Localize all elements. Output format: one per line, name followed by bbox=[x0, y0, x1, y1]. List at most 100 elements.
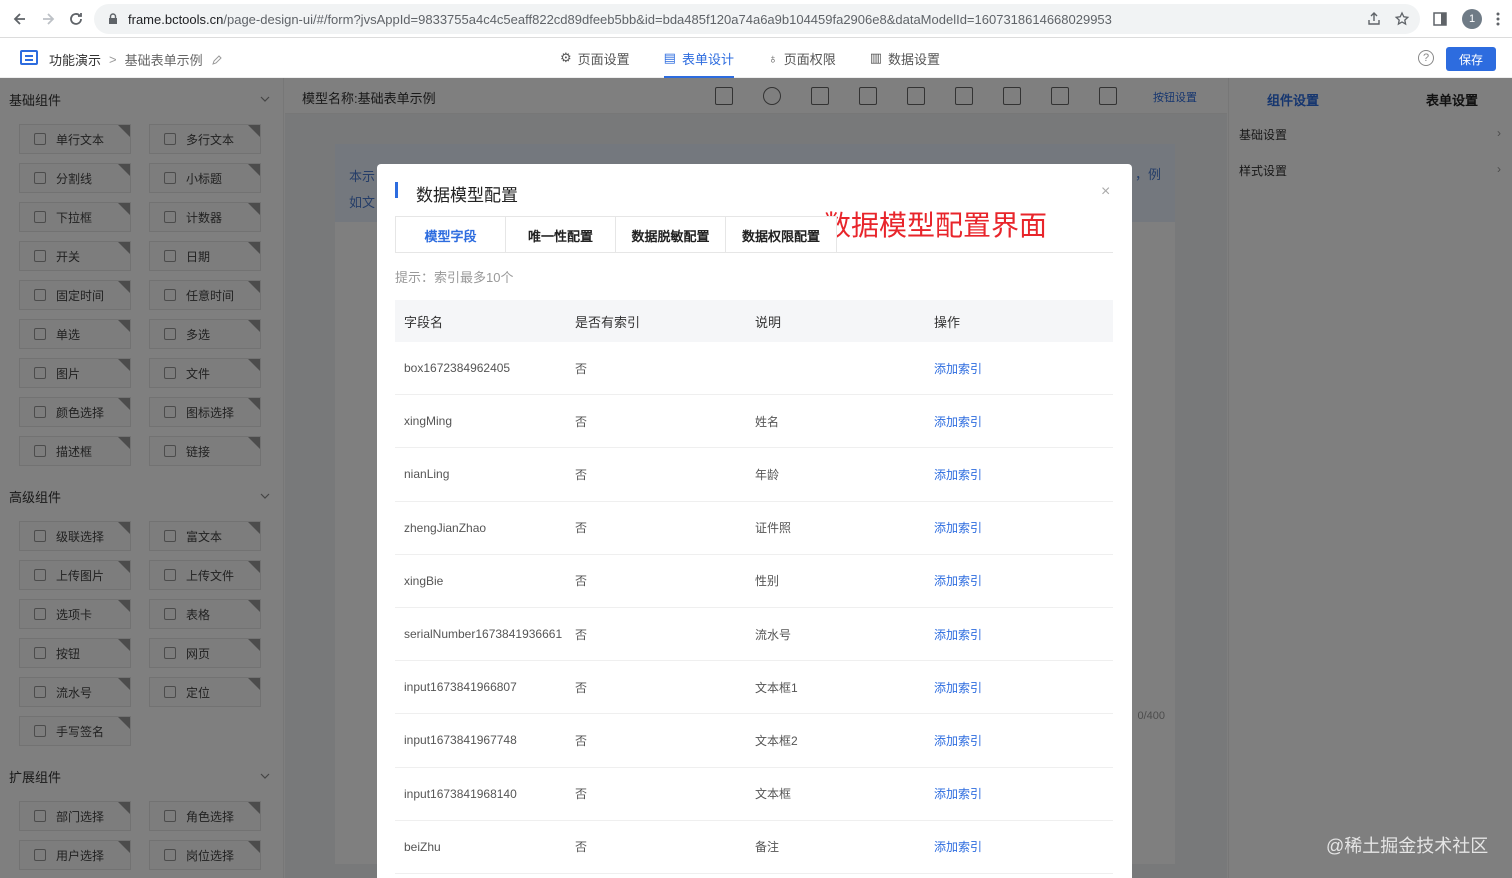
field-name-cell: input1673841968140 bbox=[404, 786, 517, 801]
field-name-cell: input1673841966807 bbox=[404, 680, 517, 695]
description-cell: 文本框 bbox=[755, 787, 792, 802]
table-header: 字段名 是否有索引 说明 操作 bbox=[395, 300, 1113, 342]
table-row: nianLing 否 年龄 添加索引 bbox=[395, 448, 1113, 502]
indexed-cell: 否 bbox=[575, 840, 588, 855]
tab-data-permission[interactable]: 数据权限配置 bbox=[726, 217, 836, 253]
annotation-label: 数据模型配置界面 bbox=[823, 210, 1048, 241]
table-body: box1672384962405 否添加索引 xingMing 否姓名 添加索引 nian… bbox=[395, 342, 1113, 874]
description-cell: 年龄 bbox=[755, 467, 780, 482]
tab-form-design[interactable]: ▤ 表单设计 bbox=[663, 38, 735, 78]
bar-chart-icon: ▥ bbox=[869, 50, 883, 65]
indexed-cell: 否 bbox=[575, 733, 588, 748]
description-cell: 性别 bbox=[755, 574, 780, 589]
help-icon[interactable]: ? bbox=[1418, 50, 1434, 66]
add-index-link[interactable]: 添加索引 bbox=[934, 572, 1113, 589]
share-icon[interactable] bbox=[1366, 11, 1382, 27]
tab-data-masking[interactable]: 数据脱敏配置 bbox=[616, 217, 726, 253]
tab-page-permission[interactable]: ♁ 页面权限 bbox=[768, 38, 836, 78]
table-row: zhengJianZhao 否 证件照 添加索引 bbox=[395, 502, 1113, 555]
header-tabs: ⚙ 页面设置 ▤ 表单设计 ♁ 页面权限 ▥ 数据设置 bbox=[560, 38, 940, 78]
breadcrumb-separator: > bbox=[109, 52, 117, 67]
table-row: box1672384962405 否 添加索引 bbox=[395, 342, 1113, 396]
add-index-link[interactable]: 添加索引 bbox=[934, 732, 1113, 749]
dialog-title: 数据模型配置 bbox=[416, 186, 518, 205]
add-index-link[interactable]: 添加索引 bbox=[934, 679, 1113, 696]
app-logo-icon bbox=[20, 50, 38, 65]
description-cell: 流水号 bbox=[755, 627, 792, 642]
add-index-link[interactable]: 添加索引 bbox=[934, 519, 1113, 536]
indexed-cell: 否 bbox=[575, 680, 588, 695]
index-hint: 提示：索引最多10个 bbox=[395, 270, 514, 285]
indexed-cell: 否 bbox=[575, 361, 588, 376]
indexed-cell: 否 bbox=[575, 467, 588, 482]
indexed-cell: 否 bbox=[575, 574, 588, 589]
indexed-cell: 否 bbox=[575, 627, 588, 642]
column-header: 是否有索引 bbox=[575, 314, 641, 330]
breadcrumb-root[interactable]: 功能演示 bbox=[49, 50, 101, 69]
address-bar[interactable]: frame.bctools.cn/page-design-ui/#/form?j… bbox=[94, 4, 1420, 34]
tab-uniqueness[interactable]: 唯一性配置 bbox=[506, 217, 616, 253]
reload-icon[interactable] bbox=[62, 5, 90, 33]
back-arrow-icon[interactable] bbox=[6, 5, 34, 33]
tabs-divider bbox=[395, 252, 1113, 253]
indexed-cell: 否 bbox=[575, 787, 588, 802]
dialog-tabs: 模型字段 唯一性配置 数据脱敏配置 数据权限配置 bbox=[395, 216, 837, 253]
field-name-cell: input1673841967748 bbox=[404, 733, 517, 748]
field-name-cell: beiZhu bbox=[404, 839, 441, 854]
browser-toolbar: frame.bctools.cn/page-design-ui/#/form?j… bbox=[0, 0, 1512, 38]
fields-table: 字段名 是否有索引 说明 操作 box1672384962405 否添加索引 xin… bbox=[395, 300, 1113, 874]
field-name-cell: xingBie bbox=[404, 573, 444, 588]
table-row: input1673841968140 否 文本框 添加索引 bbox=[395, 768, 1113, 821]
more-menu-icon[interactable] bbox=[1496, 11, 1500, 27]
breadcrumb-current: 基础表单示例 bbox=[124, 53, 203, 68]
lock-icon: ♁ bbox=[767, 50, 778, 66]
tab-model-fields[interactable]: 模型字段 bbox=[396, 217, 506, 253]
save-button[interactable]: 保存 bbox=[1446, 47, 1496, 71]
add-index-link[interactable]: 添加索引 bbox=[934, 413, 1113, 430]
star-icon[interactable] bbox=[1394, 11, 1410, 27]
close-icon[interactable]: × bbox=[1101, 183, 1110, 201]
url-text: frame.bctools.cn/page-design-ui/#/form?j… bbox=[128, 11, 1112, 27]
tab-page-settings[interactable]: ⚙ 页面设置 bbox=[560, 38, 630, 78]
indexed-cell: 否 bbox=[575, 414, 588, 429]
tab-label: 页面设置 bbox=[577, 51, 630, 67]
profile-avatar[interactable]: 1 bbox=[1462, 9, 1482, 29]
description-cell: 姓名 bbox=[755, 414, 780, 429]
tab-label: 数据设置 bbox=[888, 51, 941, 67]
add-index-link[interactable]: 添加索引 bbox=[934, 360, 1113, 377]
column-header: 说明 bbox=[755, 314, 782, 330]
forward-arrow-icon[interactable] bbox=[34, 5, 62, 33]
table-row: input1673841966807 否 文本框1 添加索引 bbox=[395, 661, 1113, 715]
description-cell: 文本框1 bbox=[755, 680, 798, 695]
description-cell: 证件照 bbox=[755, 521, 792, 536]
lock-icon bbox=[109, 13, 117, 24]
field-name-cell: box1672384962405 bbox=[404, 361, 511, 376]
column-header: 字段名 bbox=[404, 314, 444, 330]
breadcrumb: 功能演示 > 基础表单示例 bbox=[49, 50, 223, 69]
table-row: beiZhu 否 备注 添加索引 bbox=[395, 821, 1113, 874]
watermark: @稀土掘金技术社区 bbox=[1326, 836, 1489, 856]
table-row: input1673841967748 否 文本框2 添加索引 bbox=[395, 714, 1113, 768]
gear-icon: ⚙ bbox=[560, 50, 572, 65]
add-index-link[interactable]: 添加索引 bbox=[934, 785, 1113, 802]
table-row: xingBie 否 性别 添加索引 bbox=[395, 555, 1113, 608]
column-header: 操作 bbox=[934, 314, 961, 330]
add-index-link[interactable]: 添加索引 bbox=[934, 838, 1113, 855]
field-name-cell: zhengJianZhao bbox=[404, 520, 487, 535]
edit-icon[interactable] bbox=[211, 54, 223, 66]
field-name-cell: xingMing bbox=[404, 414, 453, 429]
tab-label: 表单设计 bbox=[681, 51, 734, 67]
description-cell: 文本框2 bbox=[755, 733, 798, 748]
indexed-cell: 否 bbox=[575, 521, 588, 536]
add-index-link[interactable]: 添加索引 bbox=[934, 626, 1113, 643]
document-icon: ▤ bbox=[663, 50, 676, 65]
add-index-link[interactable]: 添加索引 bbox=[934, 466, 1113, 483]
data-model-dialog: 数据模型配置 × 数据模型配置界面 模型字段 唯一性配置 数据脱敏配置 数据权限… bbox=[377, 164, 1132, 878]
tab-data-settings[interactable]: ▥ 数据设置 bbox=[870, 38, 940, 78]
app-header: 功能演示 > 基础表单示例 ⚙ 页面设置 ▤ 表单设计 ♁ 页面权限 ▥ 数据设置 ? … bbox=[0, 38, 1512, 78]
side-panel-icon[interactable] bbox=[1432, 11, 1448, 27]
description-cell: 备注 bbox=[755, 840, 780, 855]
table-row: xingMing 否 姓名 添加索引 bbox=[395, 395, 1113, 449]
table-row: serialNumber1673841936661 否 流水号 添加索引 bbox=[395, 608, 1113, 662]
field-name-cell: nianLing bbox=[404, 467, 450, 482]
